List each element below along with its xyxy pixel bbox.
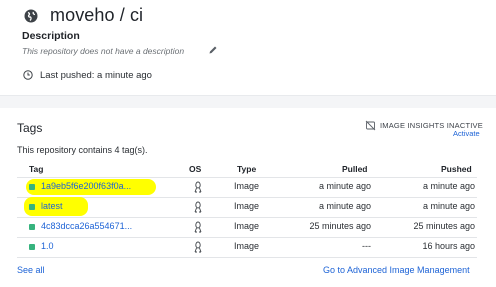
column-header-pushed: Pushed [441,164,472,174]
description-text: This repository does not have a descript… [22,46,185,56]
type-cell: Image [234,181,260,191]
activate-link[interactable]: Activate [453,129,480,138]
linux-icon [194,241,202,253]
tags-title: Tags [17,121,43,135]
insights-inactive-icon [365,120,376,131]
tag-link[interactable]: 4c83dcca26a554671... [41,221,132,231]
table-row[interactable]: 4c83dcca26a554671... Image 25 minutes ag… [17,218,477,237]
advanced-image-management-link[interactable]: Go to Advanced Image Management [323,265,470,275]
type-cell: Image [234,221,260,231]
clock-icon [23,70,33,80]
tag-marker-icon [29,224,35,230]
pulled-cell: 25 minutes ago [309,221,371,231]
linux-icon [194,181,202,193]
tag-link[interactable]: latest [41,201,63,211]
table-row[interactable]: 1.0 Image --- 16 hours ago [17,238,477,257]
description-heading: Description [22,30,80,42]
see-all-link[interactable]: See all [17,265,45,275]
linux-icon [194,201,202,213]
tag-count-text: This repository contains 4 tag(s). [17,145,148,155]
linux-icon [194,221,202,233]
row-divider [17,257,477,258]
column-header-tag: Tag [29,164,44,174]
type-cell: Image [234,201,260,211]
column-header-type: Type [237,164,257,174]
globe-icon [24,9,38,23]
type-cell: Image [234,241,260,251]
pushed-cell: 25 minutes ago [413,221,475,231]
pulled-cell: a minute ago [318,201,371,211]
tag-marker-icon [29,204,35,210]
table-row[interactable]: 1a9eb5f6e200f63f0a... Image a minute ago… [17,178,477,197]
pulled-cell: --- [362,241,371,251]
pushed-cell: 16 hours ago [422,241,475,251]
edit-pencil-icon[interactable] [208,45,218,55]
tag-marker-icon [29,244,35,250]
tag-link[interactable]: 1a9eb5f6e200f63f0a... [41,181,131,191]
column-header-pulled: Pulled [342,164,368,174]
repo-title: moveho / ci [50,5,144,25]
pushed-cell: a minute ago [422,181,475,191]
tags-card: Tags IMAGE INSIGHTS INACTIVE Activate Th… [0,108,496,287]
table-row[interactable]: latest Image a minute ago a minute ago [17,197,477,217]
tag-marker-icon [29,184,35,190]
pushed-cell: a minute ago [422,201,475,211]
tag-link[interactable]: 1.0 [41,241,54,251]
pulled-cell: a minute ago [318,181,371,191]
section-divider [0,95,496,109]
column-header-os: OS [189,164,202,174]
repo-header: moveho / ci Description This repository … [0,0,496,95]
last-pushed-text: Last pushed: a minute ago [40,70,152,81]
